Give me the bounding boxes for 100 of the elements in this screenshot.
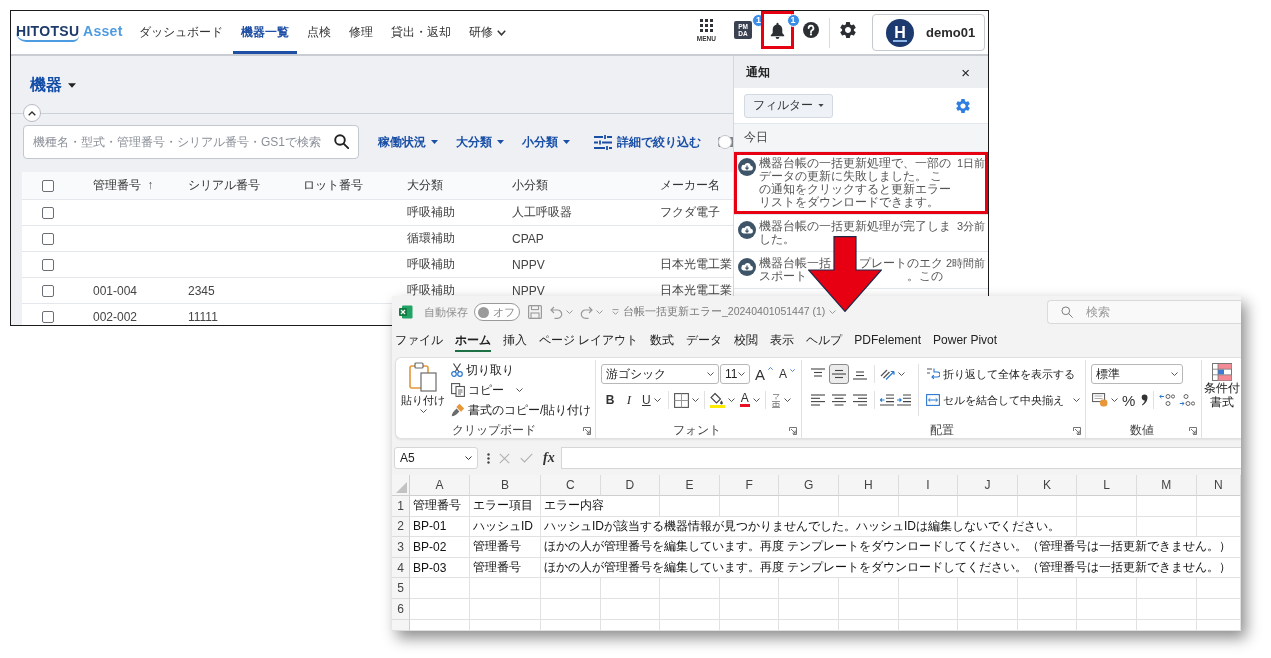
row-header[interactable]: 6 (392, 598, 410, 620)
undo-icon[interactable] (550, 305, 563, 319)
bold-button[interactable]: B (601, 390, 619, 410)
number-format-dropdown[interactable]: 標準 (1091, 364, 1183, 384)
search-field[interactable]: 機種名・型式・管理番号・シリアル番号・GS1で検索 (23, 125, 359, 159)
filter-dropdown[interactable]: 小分類 (522, 133, 570, 151)
checkbox[interactable] (42, 284, 54, 297)
copy-button[interactable]: コピー (450, 380, 593, 400)
advanced-filter-button[interactable]: 詳細で絞り込む (594, 133, 701, 151)
ribbon-tab[interactable]: ファイル (395, 330, 443, 352)
column-header[interactable]: シリアル番号 (188, 177, 260, 194)
redo-icon[interactable] (580, 305, 593, 319)
check-icon[interactable] (520, 453, 533, 463)
checkbox[interactable] (42, 310, 54, 323)
x-tile-icon[interactable] (399, 305, 413, 319)
dialog-launcher-icon[interactable] (789, 426, 797, 435)
user-menu-button[interactable]: H demo01 (872, 14, 985, 51)
notification-item[interactable]: 機器台帳の一括更新処理で、一部のデータの更新に失敗しました。 この通知をクリックすると更新エラーリストをダウンロードできます。 1日前 (734, 152, 988, 215)
row-header[interactable]: 2 (392, 516, 410, 538)
column-header[interactable]: I (898, 475, 959, 496)
help-icon[interactable] (803, 22, 819, 38)
toggle-switch[interactable] (718, 135, 733, 149)
collapse-button[interactable] (23, 104, 41, 122)
dialog-launcher-icon[interactable] (1073, 426, 1081, 435)
filter-dropdown[interactable]: 大分類 (456, 133, 504, 151)
ribbon-tab[interactable]: 挿入 (503, 330, 527, 352)
more-icon[interactable] (487, 452, 490, 464)
accounting-format-button[interactable] (1091, 390, 1119, 410)
name-box[interactable]: A5 (394, 447, 478, 469)
nav-tab[interactable]: 点検 (298, 11, 339, 54)
column-header[interactable]: H (838, 475, 899, 496)
column-header[interactable]: M (1136, 475, 1197, 496)
column-header[interactable]: A (410, 475, 470, 496)
close-button[interactable]: × (961, 64, 970, 80)
dialog-launcher-icon[interactable] (1189, 426, 1197, 435)
nav-tab[interactable]: 修理 (340, 11, 381, 54)
fill-color-button[interactable] (708, 390, 736, 410)
row-header[interactable]: 4 (392, 557, 410, 579)
italic-button[interactable]: I (620, 390, 638, 410)
checkbox[interactable] (42, 232, 54, 245)
column-header[interactable]: ロット番号 (303, 177, 363, 194)
ribbon-tab[interactable]: ページ レイアウト (539, 330, 639, 352)
ribbon-tab[interactable]: 校閲 (734, 330, 759, 352)
save-icon[interactable] (528, 305, 542, 319)
nav-tab[interactable]: 貸出・返却 (382, 11, 459, 54)
cut-button[interactable]: 切り取り (450, 360, 593, 380)
merge-center-button[interactable]: セルを結合して中央揃え (925, 390, 1081, 410)
format-painter-button[interactable]: 書式のコピー/貼り付け (450, 400, 593, 420)
column-header[interactable]: K (1017, 475, 1078, 496)
filter-dropdown[interactable]: フィルター (744, 93, 833, 118)
search-field[interactable]: 検索 (1047, 300, 1241, 324)
settings-icon[interactable] (840, 22, 856, 38)
column-header[interactable]: J (958, 475, 1018, 496)
checkbox[interactable] (42, 258, 54, 271)
column-header[interactable]: L (1077, 475, 1137, 496)
nav-tab[interactable]: ダッシュボード (130, 11, 231, 54)
align-middle-button[interactable] (829, 364, 849, 384)
formula-input[interactable] (560, 447, 1241, 469)
filter-dropdown[interactable]: 稼働状況 (378, 133, 438, 151)
percent-style-button[interactable]: % (1120, 391, 1138, 409)
ribbon-tab[interactable]: PDFelement (854, 330, 922, 352)
autosave-switch[interactable]: オフ (474, 303, 520, 321)
column-header[interactable]: E (660, 475, 720, 496)
nav-tab[interactable]: 機器一覧 (232, 11, 297, 54)
grow-font-button[interactable]: A (754, 364, 774, 384)
ribbon-tab[interactable]: ヘルプ (806, 330, 843, 352)
checkbox[interactable] (42, 206, 54, 219)
ribbon-tab[interactable]: Power Pivot (933, 330, 998, 352)
grid-icon[interactable] (699, 18, 713, 32)
row-header[interactable]: 1 (392, 496, 410, 517)
underline-button[interactable]: U (639, 390, 664, 410)
conditional-formatting-button[interactable]: 条件付 書式 (1204, 360, 1240, 438)
column-header[interactable]: 小分類 (512, 177, 548, 194)
nav-tab[interactable]: 研修 (460, 11, 514, 54)
ribbon-tab[interactable]: 表示 (770, 330, 795, 352)
column-header[interactable]: D (600, 475, 661, 496)
column-header[interactable]: メーカー名 (660, 177, 720, 194)
column-header[interactable]: B (470, 475, 541, 496)
column-header[interactable]: G (779, 475, 839, 496)
wrap-text-button[interactable]: 折り返して全体を表示する (925, 364, 1076, 384)
paste-button[interactable]: 貼り付け (401, 360, 445, 422)
column-header[interactable]: F (719, 475, 780, 496)
font-name-dropdown[interactable]: 游ゴシック (601, 364, 719, 384)
checkbox[interactable] (42, 179, 54, 192)
row-header[interactable]: 5 (392, 578, 410, 599)
column-header[interactable]: N (1196, 475, 1241, 496)
ribbon-tab[interactable]: 数式 (650, 330, 675, 352)
dialog-launcher-icon[interactable] (583, 426, 591, 435)
page-title-dropdown[interactable]: 機器 (30, 75, 76, 95)
borders-button[interactable] (672, 390, 700, 410)
column-header[interactable]: 管理番号 ↑ (93, 177, 154, 194)
insert-function-button[interactable]: fx (543, 450, 555, 466)
row-header[interactable]: 3 (392, 537, 410, 558)
shrink-font-button[interactable]: A (778, 364, 797, 384)
column-header[interactable]: C (541, 475, 601, 496)
ribbon-tab[interactable]: ホーム (455, 330, 491, 352)
column-header[interactable]: 大分類 (407, 177, 443, 194)
bell-icon[interactable] (770, 21, 785, 39)
font-size-dropdown[interactable]: 11 (720, 364, 750, 384)
font-color-button[interactable]: A (738, 390, 761, 410)
